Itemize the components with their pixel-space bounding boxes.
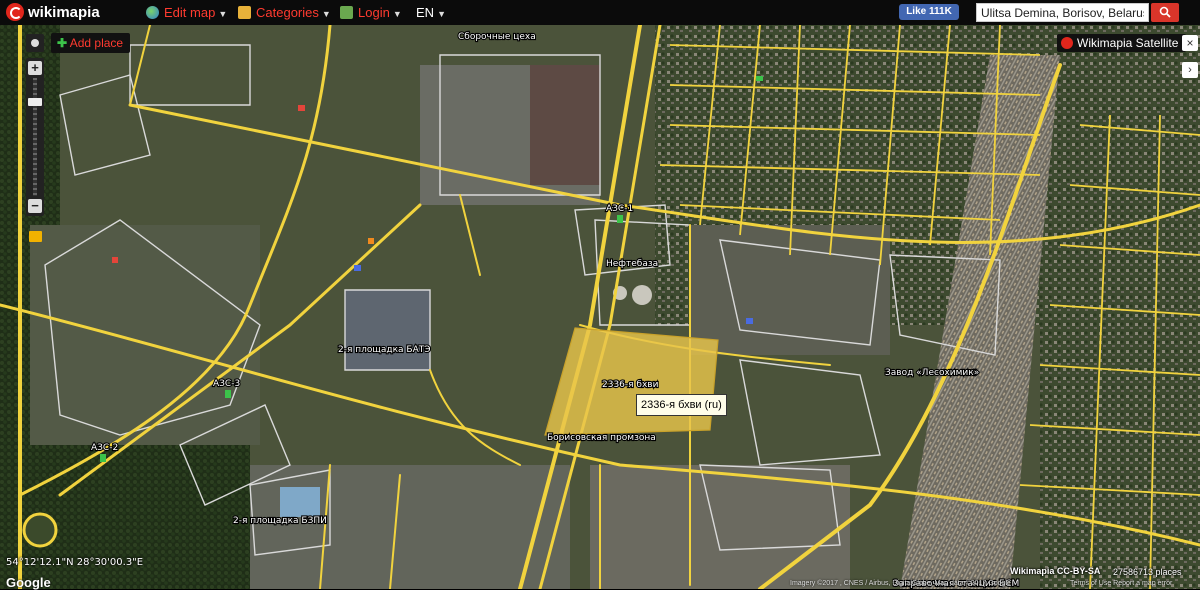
- map-attribution: Imagery ©2017 , CNES / Airbus, DigitalGl…: [790, 580, 1011, 587]
- zoom-slider-handle[interactable]: [28, 98, 42, 106]
- chevron-down-icon: ▼: [321, 9, 331, 19]
- layers-icon[interactable]: [29, 231, 42, 242]
- map-label[interactable]: Сборочные цеха: [457, 31, 537, 43]
- wikimapia-logo-icon: [1061, 37, 1073, 49]
- license-label[interactable]: Wikimapia CC-BY-SA: [1010, 566, 1100, 576]
- key-icon: [340, 6, 353, 19]
- building-icon[interactable]: [746, 318, 753, 324]
- google-logo[interactable]: Google: [6, 575, 51, 590]
- cursor-coordinates: 54°12'12.1"N 28°30'00.3"E: [6, 557, 144, 568]
- industrial-area-south: [250, 465, 570, 589]
- wikimapia-logo-icon: [6, 3, 24, 21]
- chevron-down-icon: ▼: [218, 9, 228, 19]
- search-icon: [1159, 6, 1171, 18]
- fuel-station-icon[interactable]: [225, 390, 231, 398]
- zoom-out-button[interactable]: −: [28, 199, 42, 213]
- roundabout: [22, 512, 58, 548]
- place-tooltip: 2336-я бхви (ru): [636, 394, 727, 416]
- close-button[interactable]: ×: [1182, 35, 1198, 51]
- map-label[interactable]: 2-я площадка БЗПИ: [232, 515, 328, 527]
- search-button[interactable]: [1151, 3, 1179, 22]
- chevron-right-icon[interactable]: ›: [1182, 62, 1198, 78]
- park-icon[interactable]: [756, 76, 763, 81]
- industrial-area-southeast: [590, 465, 850, 589]
- shop-icon[interactable]: [368, 238, 374, 244]
- fuel-station-icon[interactable]: [100, 454, 106, 462]
- factory-roof: [530, 65, 600, 185]
- locate-me-button[interactable]: [26, 34, 44, 52]
- add-place-icon: ✚: [57, 36, 68, 50]
- residential-area-far-east: [1040, 125, 1200, 589]
- facebook-like-button[interactable]: Like 111K: [899, 4, 959, 20]
- building-icon[interactable]: [354, 265, 361, 271]
- login-menu[interactable]: Login ▼: [340, 0, 402, 25]
- zoom-in-button[interactable]: +: [28, 61, 42, 75]
- factory-bate: [345, 290, 430, 370]
- fuel-station-icon[interactable]: [617, 215, 623, 223]
- map-label[interactable]: Нефтебаза: [605, 258, 659, 270]
- school-icon[interactable]: [298, 105, 305, 111]
- edit-map-menu[interactable]: Edit map ▼: [146, 0, 227, 25]
- chevron-down-icon: ▼: [392, 9, 402, 19]
- facebook-like-label: Like 111K: [906, 6, 952, 17]
- globe-icon: [146, 6, 159, 19]
- language-menu[interactable]: EN ▼: [416, 0, 446, 25]
- hospital-icon[interactable]: [112, 257, 118, 263]
- map-label[interactable]: АЗС-3: [212, 378, 241, 390]
- places-count: 27586713 places: [1113, 567, 1182, 577]
- terms-links[interactable]: Terms of Use Report a map error: [1070, 580, 1172, 587]
- categories-menu[interactable]: Categories ▼: [238, 0, 331, 25]
- map-label[interactable]: АЗС-2: [90, 442, 119, 454]
- chevron-down-icon: ▼: [437, 9, 446, 19]
- folder-icon: [238, 6, 251, 19]
- selected-place-label: 2336-я бхви: [602, 380, 659, 390]
- wikimapia-logo[interactable]: wikimapia: [6, 0, 100, 25]
- map-label[interactable]: Борисовская промзона: [546, 432, 657, 444]
- housing-blocks-west: [30, 225, 260, 445]
- map-type-button[interactable]: Wikimapia Satellite: [1057, 34, 1187, 52]
- map-label[interactable]: АЗС-1: [605, 203, 634, 215]
- oil-tank: [632, 285, 652, 305]
- add-place-button[interactable]: ✚ Add place: [51, 33, 131, 53]
- zoom-control: + −: [26, 58, 44, 216]
- zoom-slider-track[interactable]: [33, 78, 37, 196]
- top-bar: wikimapia Edit map ▼ Categories ▼ Login ▼ E…: [0, 0, 1200, 25]
- satellite-map[interactable]: 2336-я бхви Сборочные цеха АЗС-1 Нефтеба…: [0, 25, 1200, 589]
- blue-roof: [280, 487, 320, 517]
- search-input[interactable]: [976, 3, 1149, 22]
- map-label[interactable]: Завод «Лесохимик»: [884, 367, 980, 379]
- map-label[interactable]: 2-я площадка БАТЭ: [337, 344, 432, 356]
